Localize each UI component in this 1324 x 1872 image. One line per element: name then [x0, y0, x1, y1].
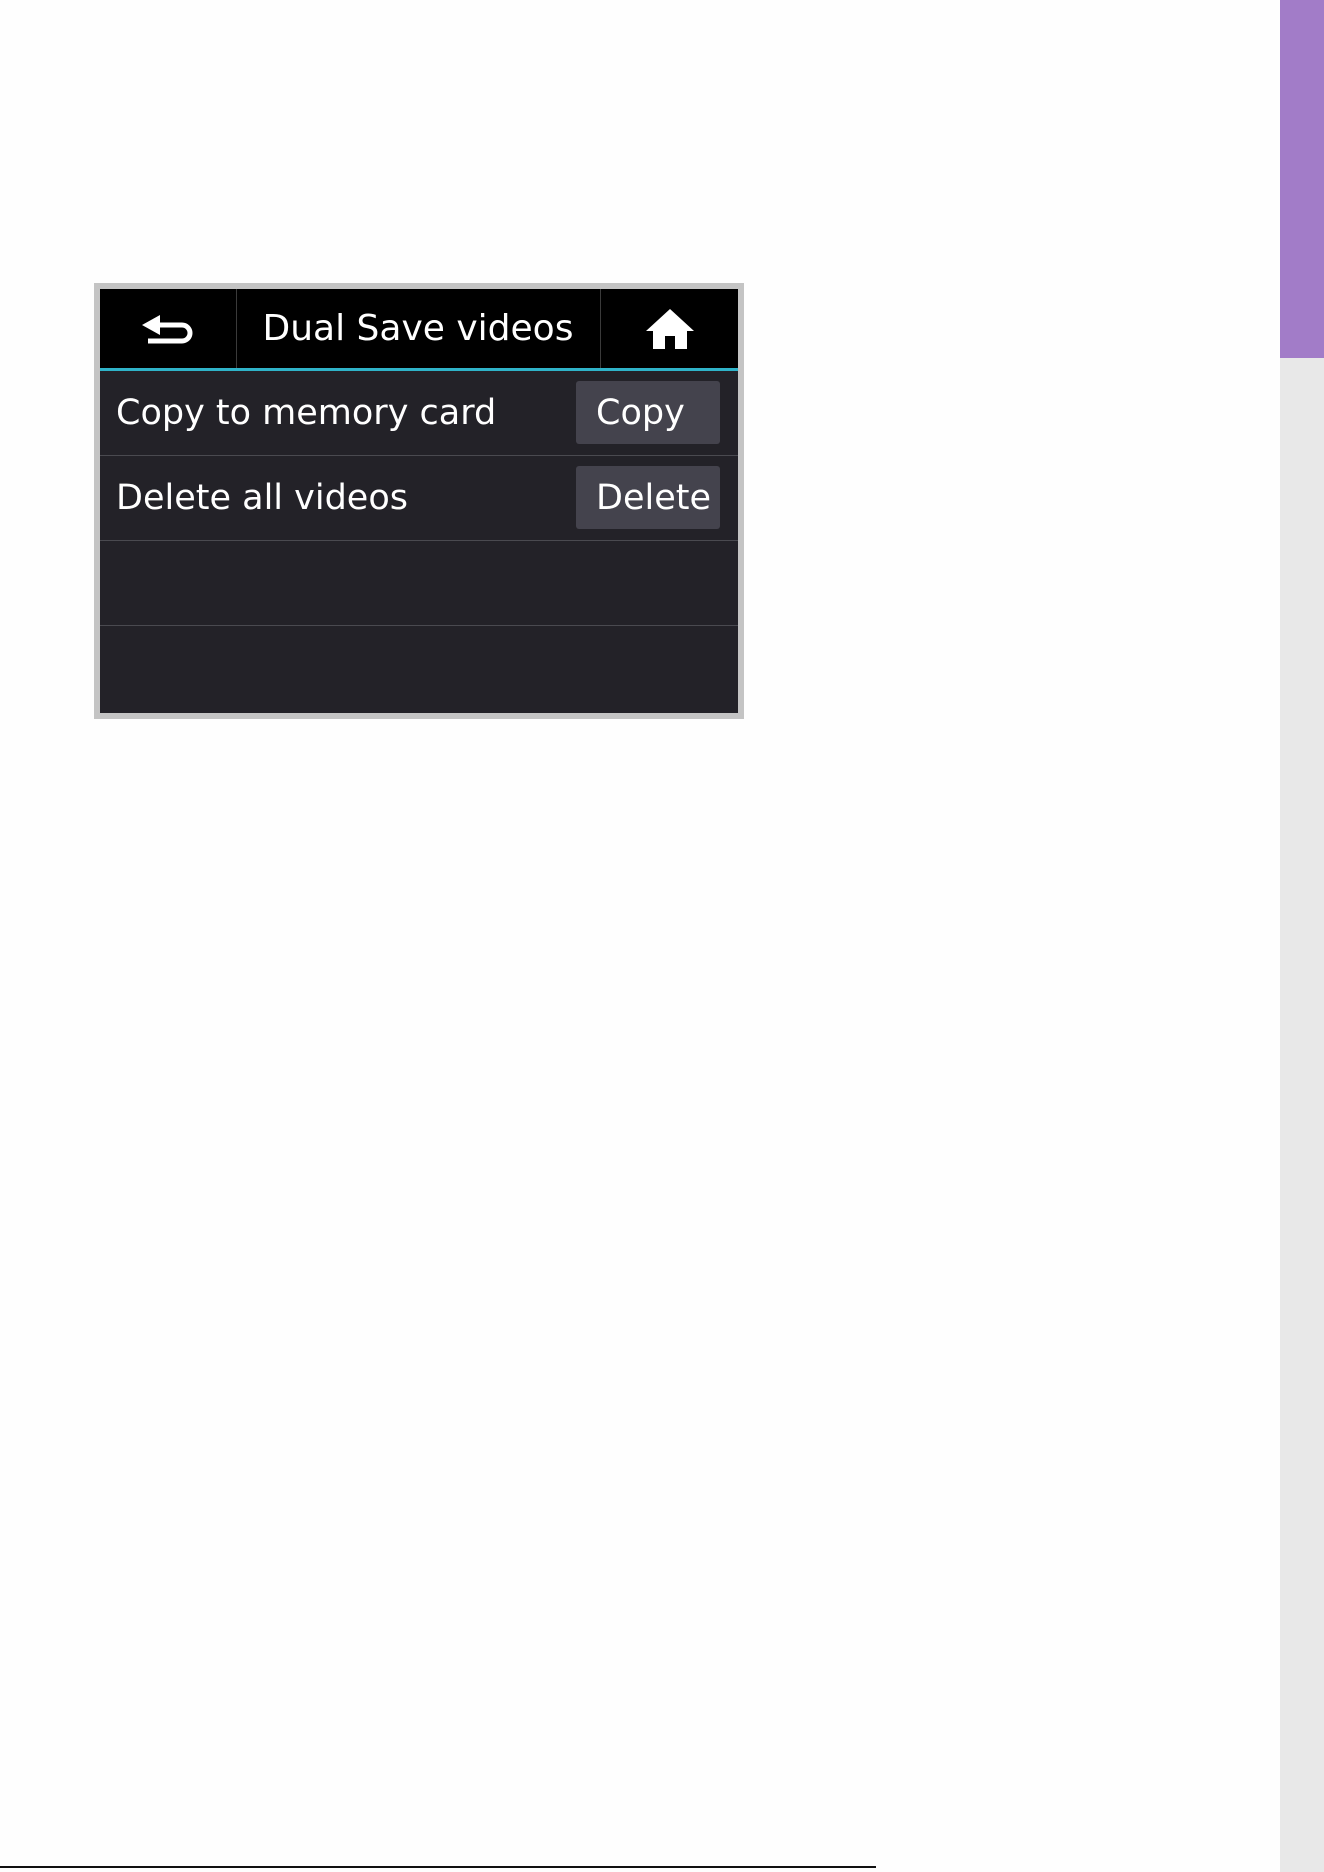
- back-button[interactable]: [100, 289, 237, 368]
- delete-row-label: Delete all videos: [116, 478, 408, 518]
- list-item-empty: [100, 541, 738, 626]
- screen-title: Dual Save videos: [262, 308, 574, 349]
- copy-row-label: Copy to memory card: [116, 393, 497, 433]
- page-side-strip: [1280, 0, 1324, 1872]
- list-item-delete: Delete all videos Delete: [100, 456, 738, 541]
- home-button[interactable]: [600, 289, 738, 368]
- home-icon: [646, 308, 694, 349]
- list-item-empty: [100, 626, 738, 711]
- chapter-tab: [1280, 0, 1324, 358]
- copy-button[interactable]: Copy: [576, 381, 720, 444]
- list-item-copy: Copy to memory card Copy: [100, 371, 738, 456]
- delete-button[interactable]: Delete: [576, 466, 720, 529]
- device-screen: Dual Save videos Copy to memory card Cop…: [100, 289, 738, 713]
- screen-frame: Dual Save videos Copy to memory card Cop…: [94, 283, 744, 719]
- footer-divider: [0, 1866, 876, 1868]
- back-arrow-icon: [142, 314, 193, 343]
- screen-header: Dual Save videos: [100, 289, 738, 371]
